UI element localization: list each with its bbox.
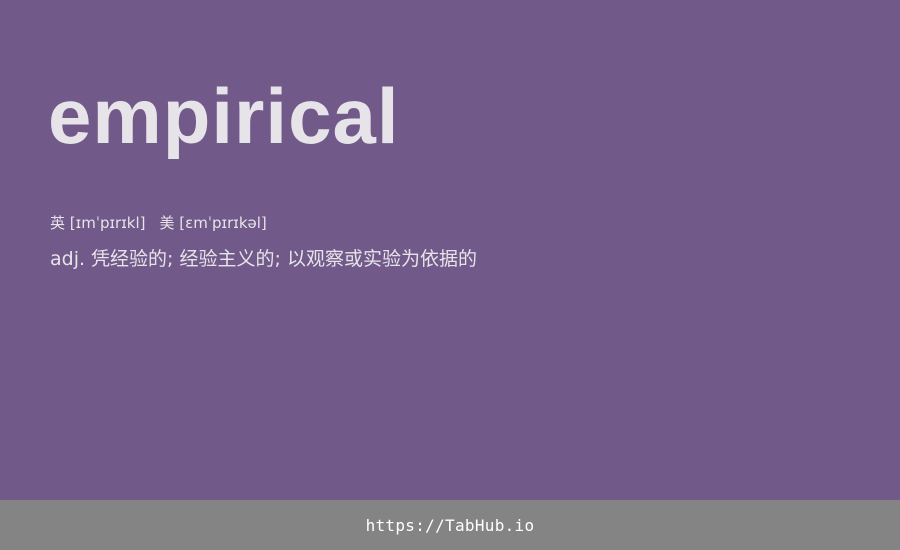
tabhub-link[interactable]: https://TabHub.io [366,516,535,535]
phonetics-row: 英 [ɪmˈpɪrɪkl] 美 [ɛmˈpɪrɪkəl] [50,212,267,234]
phonetic-us-label: 美 [159,214,175,232]
phonetic-uk: [ɪmˈpɪrɪkl] [69,214,146,232]
word-card: empirical 英 [ɪmˈpɪrɪkl] 美 [ɛmˈpɪrɪkəl] ad… [0,0,900,500]
word-title: empirical [48,72,400,160]
phonetic-uk-label: 英 [50,214,66,232]
definition-text: adj. 凭经验的; 经验主义的; 以观察或实验为依据的 [50,248,477,270]
footer-bar: https://TabHub.io [0,500,900,550]
phonetic-us: [ɛmˈpɪrɪkəl] [179,214,267,232]
